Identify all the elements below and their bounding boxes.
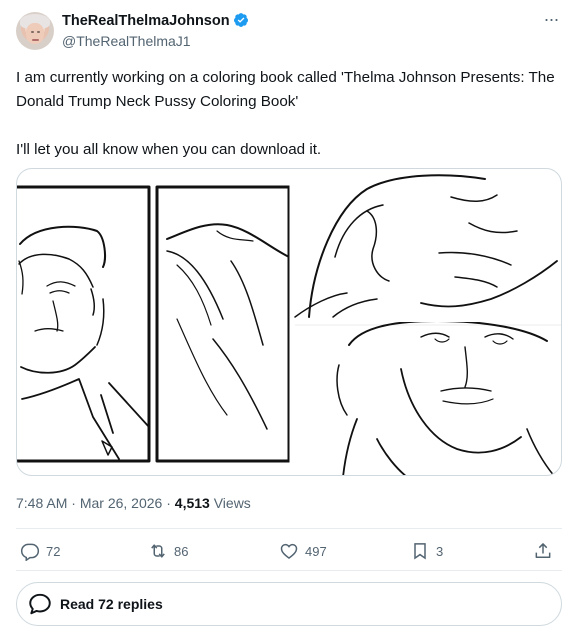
tweet-header: TheRealThelmaJohnson @TheRealThelmaJ1 ··…	[16, 10, 562, 50]
author-handle[interactable]: @TheRealThelmaJ1	[62, 32, 249, 50]
views-count: 4,513	[174, 495, 210, 511]
coloring-page-panel-right-top	[294, 174, 558, 318]
avatar[interactable]	[16, 12, 54, 50]
coloring-page-panel-middle	[166, 223, 290, 430]
share-button[interactable]	[533, 538, 559, 564]
more-icon[interactable]: ···	[540, 10, 562, 32]
media-images	[17, 171, 561, 475]
tweet-media[interactable]	[16, 168, 562, 476]
like-icon	[280, 543, 298, 560]
tweet-text: I am currently working on a coloring boo…	[16, 69, 555, 158]
like-button[interactable]: 497	[279, 538, 327, 564]
like-count: 497	[305, 543, 327, 559]
retweet-icon	[151, 544, 165, 558]
reply-icon	[20, 543, 40, 561]
verified-icon	[233, 13, 248, 27]
share-icon	[535, 543, 551, 558]
retweet-button[interactable]: 86	[148, 538, 188, 564]
bookmark-icon	[414, 543, 426, 560]
tweet-date[interactable]: Mar 26, 2026	[80, 495, 163, 511]
tweet-meta: 7:48 AM · Mar 26, 2026 · 4,513 Views	[16, 495, 251, 511]
author-display-name[interactable]: TheRealThelmaJohnson	[62, 12, 249, 31]
retweet-count: 86	[174, 543, 189, 559]
tweet-actions: 72 86 497 3	[16, 538, 562, 564]
tweet-time[interactable]: 7:48 AM	[16, 495, 67, 511]
divider	[16, 528, 562, 529]
author-info[interactable]: TheRealThelmaJohnson @TheRealThelmaJ1	[62, 12, 249, 50]
read-replies-label: Read 72 replies	[60, 596, 163, 612]
views-label: Views	[213, 495, 251, 511]
bookmark-button[interactable]: 3	[410, 538, 443, 564]
read-replies-button[interactable]: Read 72 replies	[16, 582, 562, 626]
bookmark-count: 3	[436, 543, 444, 559]
reply-count: 72	[46, 543, 61, 559]
reply-button[interactable]: 72	[20, 538, 60, 564]
coloring-page-panel-left	[17, 185, 291, 463]
speech-bubble-icon	[29, 593, 51, 615]
coloring-page-panel-right-bottom	[294, 320, 561, 475]
divider	[16, 570, 562, 571]
